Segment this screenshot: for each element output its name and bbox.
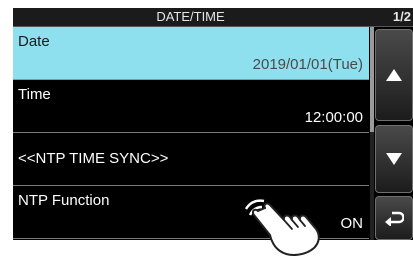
title-bar: DATE/TIME 1/2 (13, 8, 413, 27)
touch-hand-icon (244, 199, 320, 256)
scrollbar-thumb[interactable] (370, 27, 374, 132)
scroll-up-button[interactable] (375, 29, 413, 121)
menu-item-time[interactable]: Time 12:00:00 (13, 80, 369, 133)
back-button[interactable] (375, 196, 413, 240)
scroll-down-button[interactable] (375, 125, 413, 193)
radio-screen: DATE/TIME 1/2 Date 2019/01/01(Tue) Time … (13, 8, 413, 240)
menu-item-value: 12:00:00 (304, 109, 363, 126)
up-arrow-icon (386, 69, 402, 81)
menu-item-label: NTP Function (18, 192, 110, 209)
section-header-label: <<NTP TIME SYNC>> (18, 150, 169, 167)
return-arrow-icon (385, 211, 404, 226)
menu-item-label: Time (18, 86, 51, 103)
menu-item-value: ON (340, 215, 364, 232)
screen-title: DATE/TIME (156, 9, 225, 24)
scrollbar[interactable] (370, 27, 374, 240)
menu-item-value: 2019/01/01(Tue) (252, 56, 363, 73)
page-indicator: 1/2 (392, 9, 411, 24)
down-arrow-icon (386, 153, 402, 165)
menu-item-date[interactable]: Date 2019/01/01(Tue) (13, 27, 369, 80)
section-header-ntp-time-sync: <<NTP TIME SYNC>> (13, 133, 369, 186)
menu-item-label: Date (18, 33, 50, 50)
